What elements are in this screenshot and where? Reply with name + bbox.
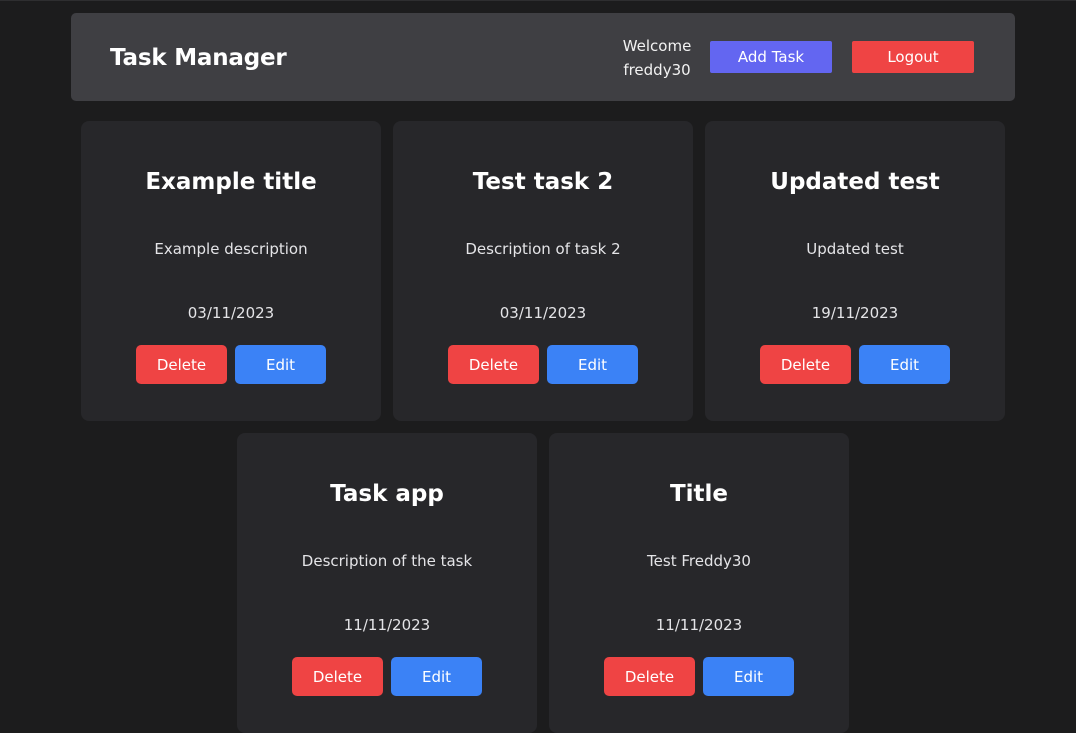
task-date: 19/11/2023	[811, 304, 899, 322]
welcome-message: Welcome freddy30	[616, 34, 698, 82]
edit-button[interactable]: Edit	[391, 657, 482, 696]
task-title: Test task 2	[472, 169, 614, 195]
task-description: Description of the task	[301, 552, 473, 570]
delete-button[interactable]: Delete	[760, 345, 851, 384]
task-description: Updated test	[806, 240, 904, 258]
edit-button[interactable]: Edit	[859, 345, 950, 384]
edit-button[interactable]: Edit	[547, 345, 638, 384]
task-date: 11/11/2023	[343, 616, 431, 634]
task-title: Title	[669, 481, 729, 507]
task-description: Test Freddy30	[647, 552, 751, 570]
logout-button[interactable]: Logout	[852, 41, 974, 73]
app-title: Task Manager	[110, 45, 287, 71]
delete-button[interactable]: Delete	[136, 345, 227, 384]
task-card: Task app Description of the task 11/11/2…	[237, 433, 537, 733]
edit-button[interactable]: Edit	[703, 657, 794, 696]
task-card: Example title Example description 03/11/…	[81, 121, 381, 421]
task-card: Title Test Freddy30 11/11/2023 Delete Ed…	[549, 433, 849, 733]
username: freddy30	[623, 61, 691, 79]
task-date: 03/11/2023	[499, 304, 587, 322]
task-description: Description of task 2	[465, 240, 621, 258]
delete-button[interactable]: Delete	[604, 657, 695, 696]
task-card: Updated test Updated test 19/11/2023 Del…	[705, 121, 1005, 421]
top-border	[0, 0, 1076, 1]
navbar: Task Manager Welcome freddy30 Add Task L…	[71, 13, 1015, 101]
delete-button[interactable]: Delete	[292, 657, 383, 696]
task-date: 03/11/2023	[187, 304, 275, 322]
delete-button[interactable]: Delete	[448, 345, 539, 384]
task-title: Example title	[145, 169, 317, 195]
welcome-text: Welcome	[622, 37, 692, 55]
task-description: Example description	[154, 240, 308, 258]
add-task-button[interactable]: Add Task	[710, 41, 832, 73]
edit-button[interactable]: Edit	[235, 345, 326, 384]
task-title: Updated test	[770, 169, 940, 195]
task-date: 11/11/2023	[655, 616, 743, 634]
task-card: Test task 2 Description of task 2 03/11/…	[393, 121, 693, 421]
task-title: Task app	[330, 481, 444, 507]
